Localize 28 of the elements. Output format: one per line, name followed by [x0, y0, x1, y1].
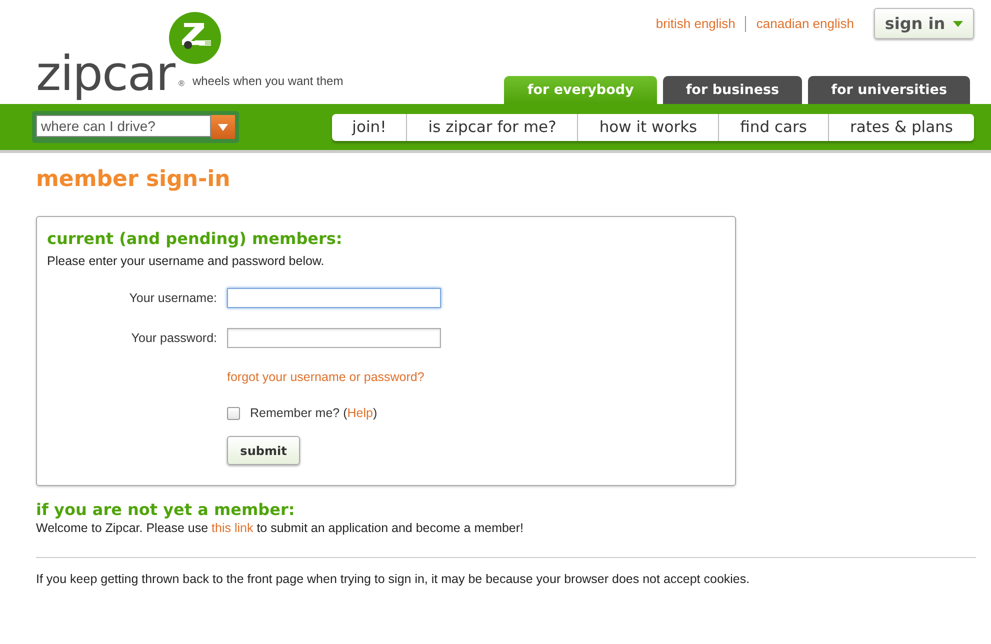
dropdown-button[interactable] — [211, 115, 235, 139]
nav-link[interactable]: is zipcar for me? — [406, 114, 578, 140]
field-label: Your password: — [130, 331, 217, 345]
remember-label: Remember me? (Help) — [250, 406, 378, 420]
intro-text: Please enter your username and password below. — [47, 254, 326, 268]
search-field[interactable]: where can I drive? — [36, 115, 211, 137]
nav-link[interactable]: how it works — [577, 114, 718, 140]
sign-in-button[interactable]: sign in — [874, 8, 974, 39]
page-title: member sign-in — [36, 167, 232, 192]
input-field[interactable] — [227, 328, 441, 348]
section-heading: if you are not yet a member: — [36, 500, 296, 519]
section-heading: current (and pending) members: — [47, 229, 344, 248]
nav-link[interactable]: join! — [332, 114, 406, 140]
nav-link[interactable]: rates & plans — [828, 114, 974, 140]
audience-tab[interactable]: for universities — [808, 76, 970, 104]
audience-tab[interactable]: for business — [662, 76, 802, 104]
logo-wordmark: zipcar — [36, 50, 175, 98]
field-label: Your username: — [128, 291, 217, 305]
submit-button[interactable]: submit — [227, 436, 300, 465]
cookie-note: If you keep getting thrown back to the front page when trying to sign in, it may be because your browser does not accept cookies. — [36, 572, 751, 586]
caret-icon — [218, 124, 228, 130]
checkbox[interactable] — [227, 406, 240, 420]
registered-mark: ® — [178, 79, 184, 88]
nav-link[interactable]: find cars — [718, 114, 828, 140]
input-field[interactable] — [227, 288, 441, 308]
tagline: wheels when you want them — [192, 74, 344, 88]
welcome-text: Welcome to Zipcar. Please use this link to submit an application and become a member! — [36, 521, 525, 535]
caret-icon — [953, 20, 964, 26]
